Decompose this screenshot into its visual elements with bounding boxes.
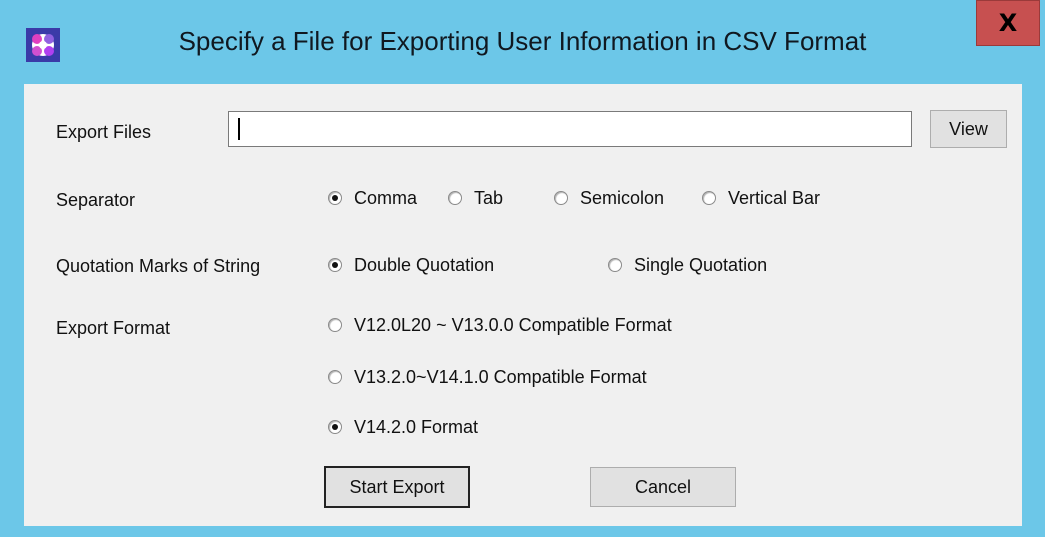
separator-option-label: Comma (354, 187, 418, 208)
radio-selected-icon (328, 258, 342, 272)
export-format-option-v12[interactable]: V12.0L20 ~ V13.0.0 Compatible Format (328, 311, 672, 339)
close-button[interactable]: X (976, 0, 1040, 46)
separator-option-comma[interactable]: Comma (328, 184, 417, 212)
export-files-input[interactable] (228, 111, 912, 147)
radio-selected-icon (328, 191, 342, 205)
separator-option-semicolon[interactable]: Semicolon (554, 184, 664, 212)
radio-icon (702, 191, 716, 205)
export-format-option-v14[interactable]: V14.2.0 Format (328, 413, 478, 441)
separator-option-label: Tab (474, 187, 504, 208)
export-format-option-label: V12.0L20 ~ V13.0.0 Compatible Format (354, 314, 672, 335)
title-bar[interactable]: Specify a File for Exporting User Inform… (0, 0, 1045, 84)
radio-icon (554, 191, 568, 205)
quotation-label: Quotation Marks of String (56, 256, 261, 276)
radio-icon (328, 318, 342, 332)
separator-option-label: Vertical Bar (728, 187, 821, 208)
separator-option-tab[interactable]: Tab (448, 184, 503, 212)
radio-icon (608, 258, 622, 272)
export-format-option-label: V14.2.0 Format (354, 416, 479, 437)
window-border (0, 526, 1045, 537)
app-flower-icon (26, 28, 60, 62)
cancel-button[interactable]: Cancel (590, 467, 736, 507)
quotation-option-double[interactable]: Double Quotation (328, 251, 494, 279)
quotation-option-single[interactable]: Single Quotation (608, 251, 767, 279)
start-export-button[interactable]: Start Export (324, 466, 470, 508)
export-files-label: Export Files (56, 122, 152, 142)
separator-option-vertical-bar[interactable]: Vertical Bar (702, 184, 820, 212)
window-title: Specify a File for Exporting User Inform… (178, 26, 867, 56)
export-format-option-v13[interactable]: V13.2.0~V14.1.0 Compatible Format (328, 363, 647, 391)
radio-icon (448, 191, 462, 205)
radio-icon (328, 370, 342, 384)
export-format-label: Export Format (56, 318, 171, 338)
export-format-option-label: V13.2.0~V14.1.0 Compatible Format (354, 366, 647, 387)
view-button[interactable]: View (930, 110, 1007, 148)
radio-selected-icon (328, 420, 342, 434)
quotation-option-label: Single Quotation (634, 254, 768, 275)
separator-label: Separator (56, 190, 136, 210)
dialog-body: Export Files View Separator Comma Tab Se… (24, 84, 1022, 526)
text-caret (238, 118, 240, 140)
quotation-option-label: Double Quotation (354, 254, 495, 275)
separator-option-label: Semicolon (580, 187, 665, 208)
export-csv-dialog: Specify a File for Exporting User Inform… (0, 0, 1045, 537)
